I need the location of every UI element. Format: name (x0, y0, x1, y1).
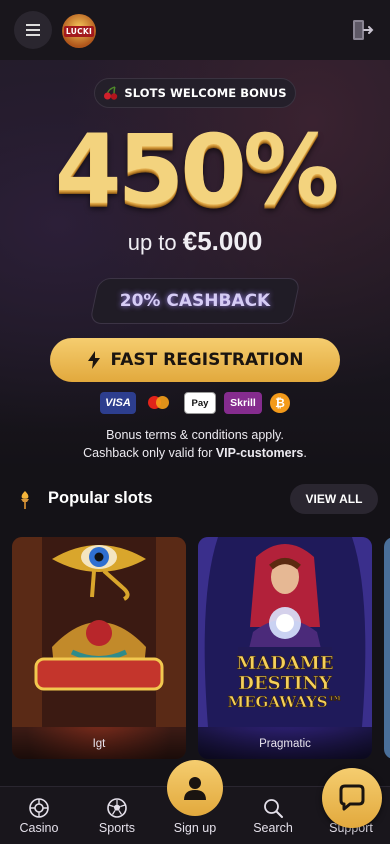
popular-slots-header: Popular slots VIEW ALL (0, 484, 390, 514)
view-all-button[interactable]: VIEW ALL (290, 484, 378, 514)
visa-logo: VISA (100, 392, 136, 414)
apple-pay-logo: Pay (184, 392, 216, 414)
lightning-icon (87, 351, 100, 369)
nav-label: Sports (98, 821, 136, 835)
madame-destiny-art: MADAME DESTINY MEGAWAYS™ (198, 537, 372, 727)
terms-vip[interactable]: VIP-customers (216, 446, 304, 460)
nav-casino[interactable]: Casino (4, 787, 74, 844)
game-card-cleopatra[interactable]: Igt (12, 537, 186, 759)
apple-pay-text: Pay (191, 397, 209, 409)
roulette-icon (29, 798, 49, 818)
upto-prefix: up to (127, 230, 177, 255)
upto-amount: €5.000 (182, 226, 263, 256)
welcome-bonus-badge: SLOTS WELCOME BONUS (94, 78, 296, 108)
nav-sports[interactable]: Sports (82, 787, 152, 844)
top-bar: LUCKI (0, 0, 390, 60)
torch-icon (21, 491, 29, 509)
mastercard-logo (144, 392, 176, 414)
bonus-amount: up to €5.000 (0, 226, 390, 257)
section-title: Popular slots (48, 489, 153, 507)
login-door-icon[interactable] (350, 18, 374, 42)
cashback-text: 20% CASHBACK (119, 291, 271, 311)
search-icon (264, 799, 283, 818)
skrill-logo: Skrill (224, 392, 262, 414)
game-provider: Pragmatic (198, 729, 372, 759)
svg-text:MADAME: MADAME (236, 653, 333, 674)
game-card-next[interactable] (384, 537, 390, 759)
cleopatra-art (12, 537, 186, 727)
badge-text: SLOTS WELCOME BONUS (124, 86, 287, 100)
bonus-terms: Bonus terms & conditions apply. Cashback… (0, 426, 390, 462)
payment-methods: VISA Pay Skrill ₿ (0, 392, 390, 414)
bitcoin-logo: ₿ (270, 393, 290, 413)
fast-registration-button[interactable]: FAST REGISTRATION (50, 338, 340, 382)
terms-line-2-prefix: Cashback only valid for (83, 446, 213, 460)
slots-carousel[interactable]: Igt MADAME DESTINY MEGAWAYS™ Pragmatic (12, 537, 390, 759)
sign-up-button[interactable] (167, 760, 223, 816)
user-icon (184, 777, 206, 800)
nav-label: Search (253, 821, 293, 835)
nav-label: Casino (19, 821, 59, 835)
terms-line-2-suffix: . (303, 446, 307, 460)
hamburger-menu-icon (26, 29, 40, 31)
chat-icon (339, 784, 365, 811)
menu-button[interactable] (14, 11, 52, 49)
cherry-icon (104, 86, 118, 100)
terms-line-2: Cashback only valid for VIP-customers. (0, 444, 390, 462)
game-provider: Igt (12, 729, 186, 759)
brand-logo[interactable]: LUCKI (62, 14, 96, 48)
logo-text: LUCKI (63, 25, 95, 37)
svg-text:MEGAWAYS™: MEGAWAYS™ (227, 693, 342, 711)
bonus-percent: 450% (54, 114, 340, 226)
nav-label: Sign up (173, 821, 217, 835)
soccer-ball-icon (107, 798, 127, 818)
support-chat-button[interactable] (322, 768, 382, 828)
nav-search[interactable]: Search (238, 787, 308, 844)
svg-text:DESTINY: DESTINY (238, 673, 333, 694)
game-card-madame-destiny[interactable]: MADAME DESTINY MEGAWAYS™ Pragmatic (198, 537, 372, 759)
registration-label: FAST REGISTRATION (110, 350, 304, 370)
terms-line-1: Bonus terms & conditions apply. (106, 428, 284, 442)
